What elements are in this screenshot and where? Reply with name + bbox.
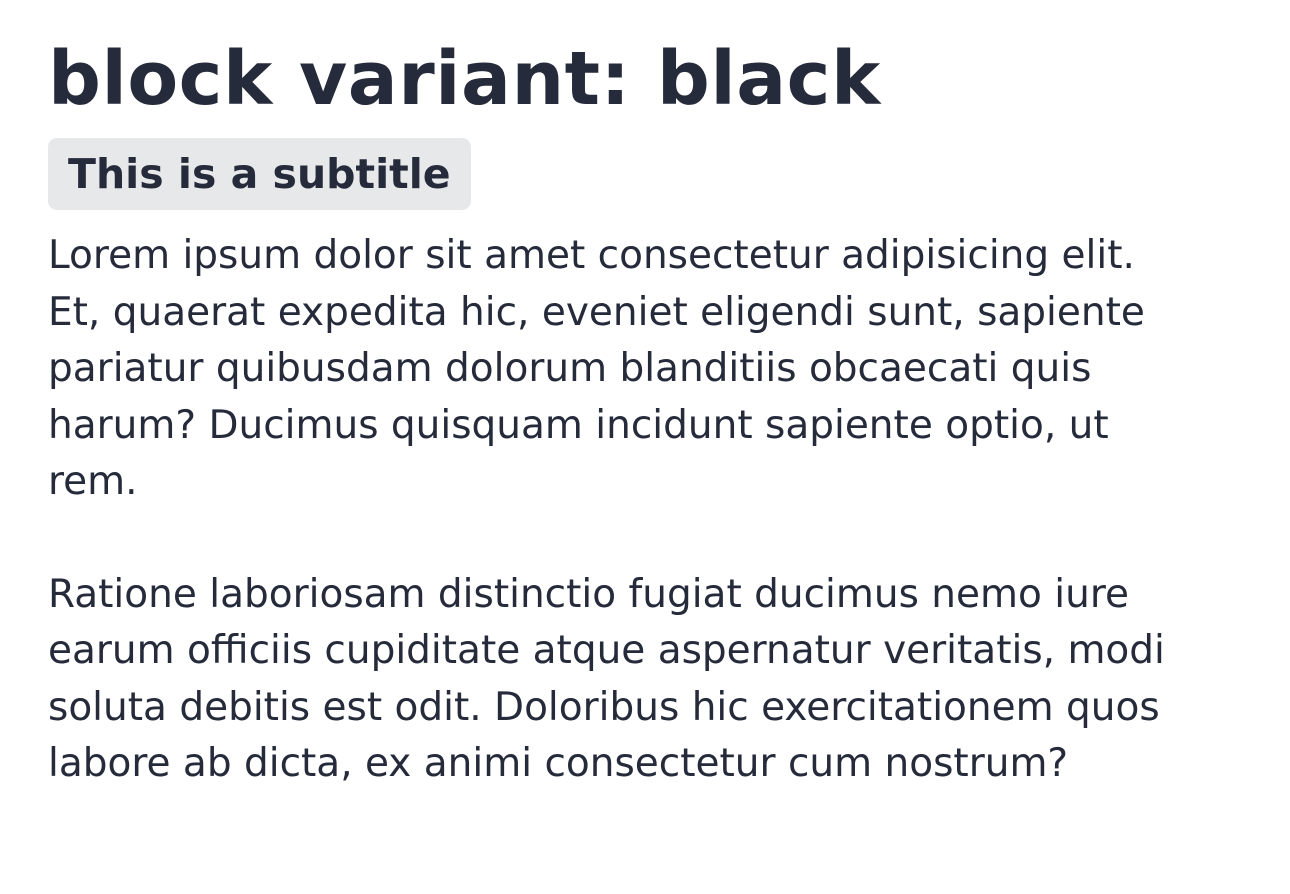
block-title: block variant: black — [48, 36, 881, 122]
body-paragraph-1: Lorem ipsum dolor sit amet consectetur a… — [48, 233, 1145, 504]
block-subtitle-badge: This is a subtitle — [48, 138, 471, 210]
body-paragraph-2: Ratione laboriosam distinctio fugiat duc… — [48, 571, 1165, 787]
content-block: block variant: black This is a subtitle … — [48, 26, 1188, 793]
